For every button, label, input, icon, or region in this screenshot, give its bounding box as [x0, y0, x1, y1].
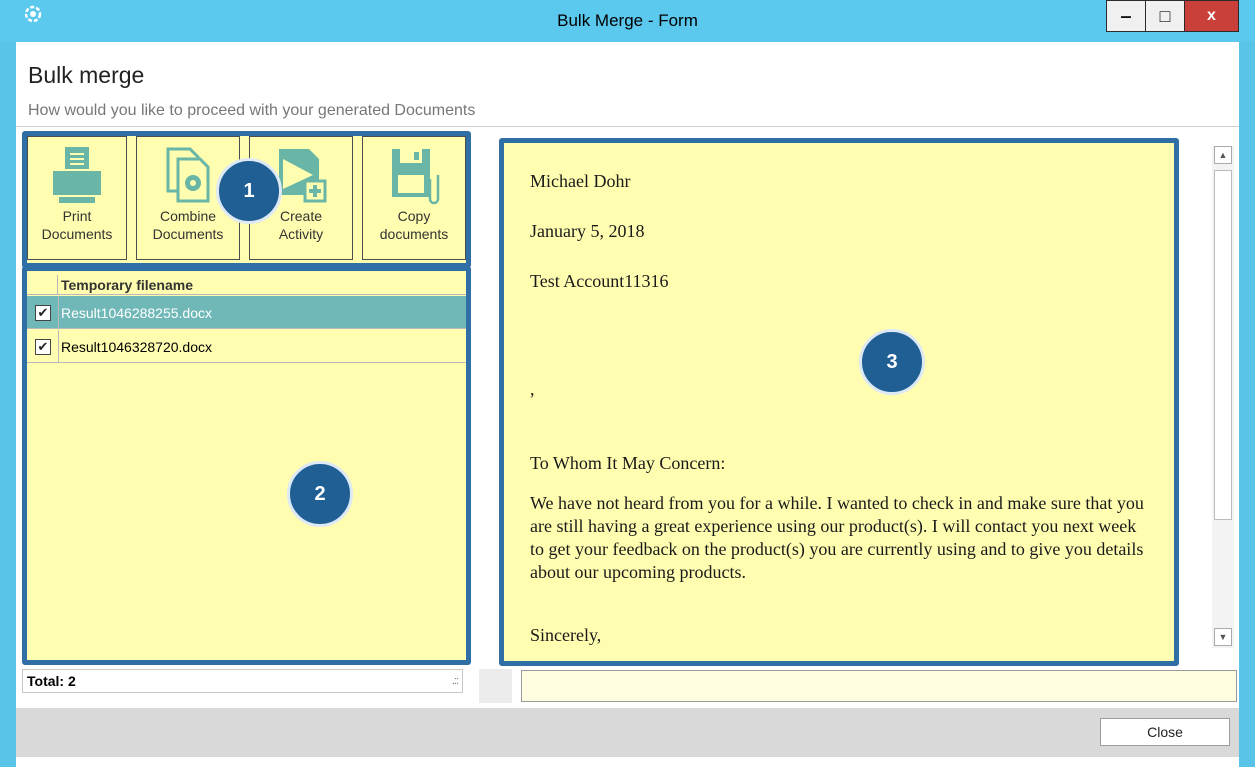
close-icon: x — [1207, 7, 1216, 24]
annotation-badge-3: 3 — [859, 329, 925, 395]
preview-highlight — [499, 138, 1179, 666]
preview-name: Michael Dohr — [530, 171, 631, 191]
header-divider — [16, 126, 1239, 127]
total-count: Total: 2 — [27, 673, 76, 689]
preview-body: We have not heard from you for a while. … — [530, 493, 1144, 582]
scroll-up-icon[interactable]: ▲ — [1214, 146, 1232, 164]
minimize-button[interactable]: ‒ — [1106, 0, 1146, 32]
page-subtitle: How would you like to proceed with your … — [28, 102, 476, 119]
annotation-badge-2: 2 — [287, 461, 353, 527]
preview-status-box — [479, 669, 512, 703]
preview-account: Test Account11316 — [530, 271, 669, 291]
window-title: Bulk Merge - Form — [557, 11, 698, 30]
preview-comma: , — [530, 379, 535, 399]
footer-bar: Close — [16, 708, 1239, 757]
scroll-thumb[interactable] — [1214, 170, 1232, 520]
close-window-button[interactable]: x — [1184, 0, 1239, 32]
preview-closing: Sincerely, — [530, 625, 602, 645]
preview-salutation: To Whom It May Concern: — [530, 453, 726, 473]
grid-highlight — [22, 266, 471, 665]
total-count-bar: Total: 2 .:​: — [22, 669, 463, 693]
page-title: Bulk merge — [28, 62, 145, 88]
maximize-icon: □ — [1159, 5, 1171, 26]
preview-path-field[interactable] — [521, 670, 1237, 702]
annotation-badge-1: 1 — [216, 158, 282, 224]
preview-date: January 5, 2018 — [530, 221, 645, 241]
minimize-icon: ‒ — [1120, 5, 1131, 26]
bulk-merge-window: Bulk Merge - Form ‒ □ x Bulk merge How w… — [0, 0, 1255, 767]
scroll-down-icon[interactable]: ▼ — [1214, 628, 1232, 646]
title-bar: Bulk Merge - Form ‒ □ x — [0, 0, 1255, 42]
close-button[interactable]: Close — [1100, 718, 1230, 746]
resize-grip-icon[interactable]: .:​: — [452, 675, 459, 687]
maximize-button[interactable]: □ — [1145, 0, 1185, 32]
preview-scrollbar[interactable]: ▲ ▼ — [1212, 146, 1234, 648]
